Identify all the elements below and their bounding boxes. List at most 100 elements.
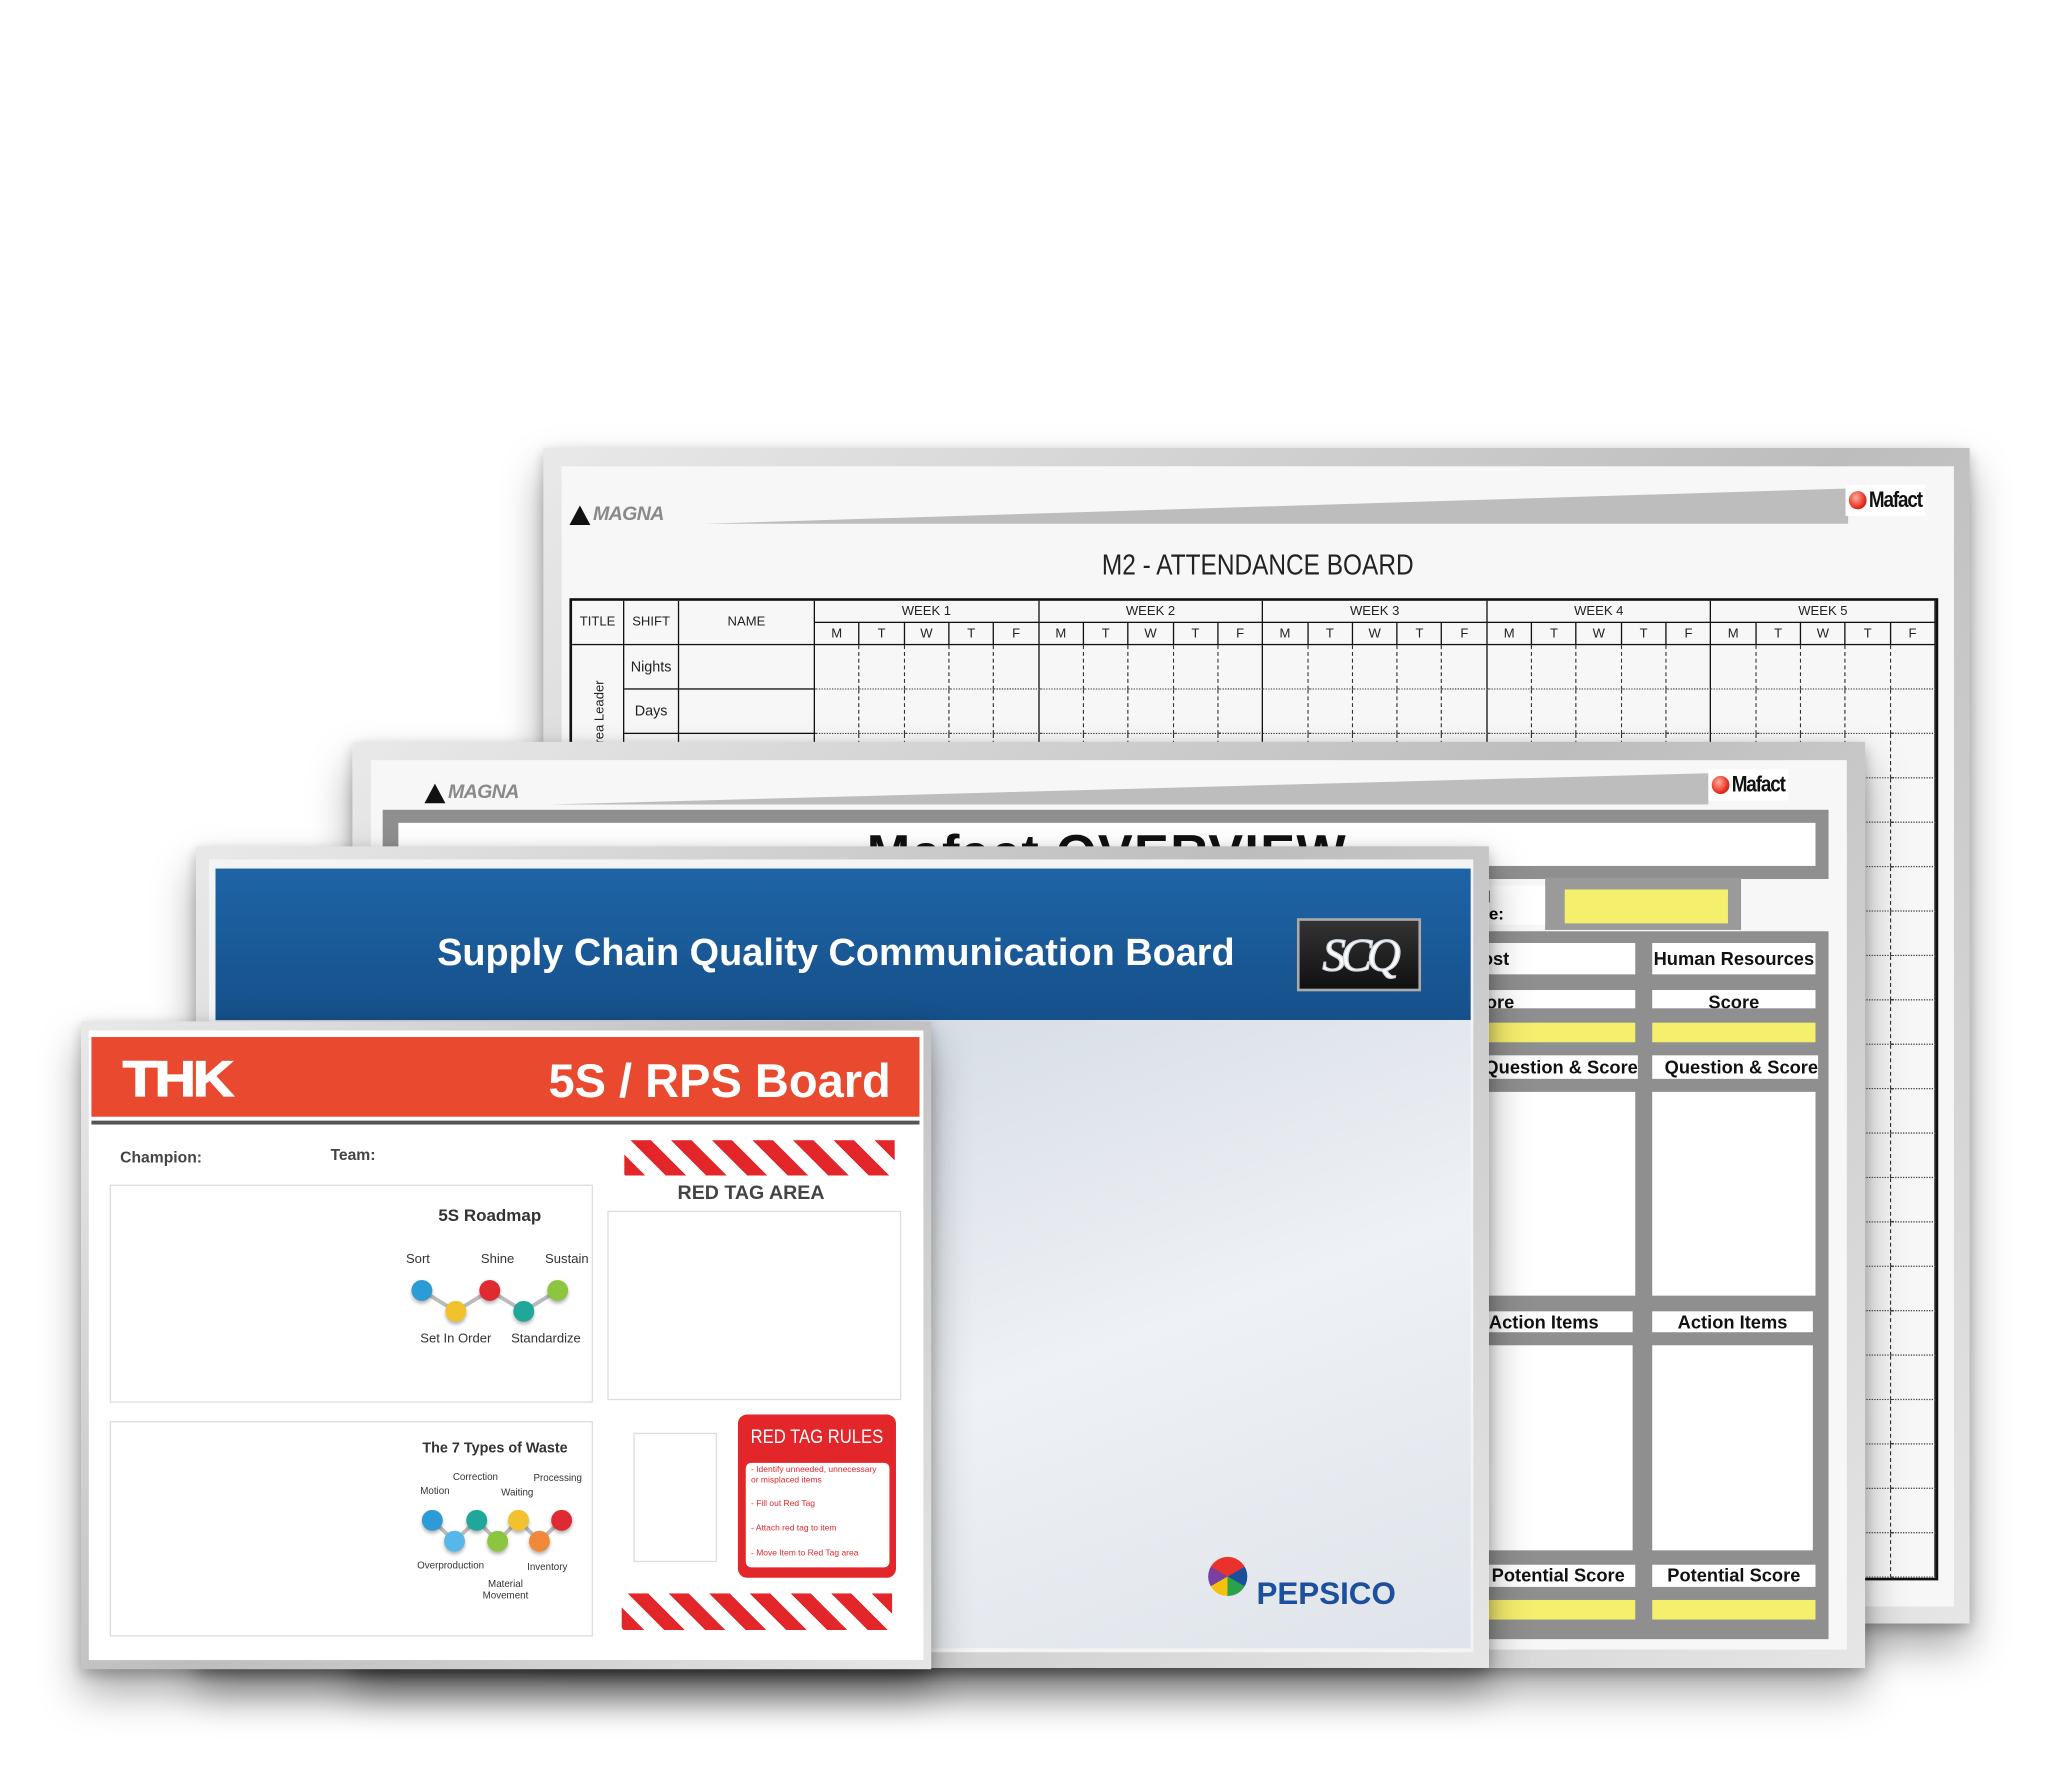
day-header: M xyxy=(1039,623,1084,646)
attendance-cell[interactable] xyxy=(1532,689,1578,735)
kpi-score-field[interactable] xyxy=(1652,1022,1816,1043)
hazard-stripes-bottom xyxy=(621,1593,893,1631)
attendance-cell[interactable] xyxy=(1039,645,1084,690)
day-header: W xyxy=(1577,623,1622,646)
attendance-cell[interactable] xyxy=(1890,1222,1936,1267)
attendance-cell[interactable] xyxy=(1218,689,1264,735)
attendance-cell[interactable] xyxy=(1039,689,1084,735)
rule-item: - Attach red tag to item xyxy=(751,1524,837,1534)
step-set-in-order: Set In Order xyxy=(420,1332,492,1347)
attendance-cell[interactable] xyxy=(904,645,950,690)
attendance-cell[interactable] xyxy=(1442,689,1488,735)
attendance-cell[interactable] xyxy=(1352,645,1398,690)
attendance-cell[interactable] xyxy=(1756,689,1802,735)
attendance-cell[interactable] xyxy=(1890,867,1936,912)
kpi-question-box[interactable] xyxy=(1652,1091,1816,1296)
attendance-cell[interactable] xyxy=(1083,689,1129,735)
kpi-score-label: Score xyxy=(1652,990,1816,1009)
attendance-cell[interactable] xyxy=(1666,645,1712,690)
attendance-cell[interactable] xyxy=(1666,689,1712,735)
step-shine: Shine xyxy=(480,1252,515,1267)
attendance-cell[interactable] xyxy=(1711,645,1757,690)
attendance-cell[interactable] xyxy=(904,689,950,735)
attendance-cell[interactable] xyxy=(1083,645,1129,690)
rule-item: - Identify unneeded, unnecessary or misp… xyxy=(751,1465,877,1486)
magna-logo: MAGNA xyxy=(569,503,664,526)
attendance-cell[interactable] xyxy=(1128,689,1174,735)
attendance-cell[interactable] xyxy=(1621,645,1667,690)
attendance-cell[interactable] xyxy=(1577,645,1622,690)
attendance-cell[interactable] xyxy=(1621,689,1667,735)
attendance-cell[interactable] xyxy=(1890,734,1936,779)
name-cell[interactable] xyxy=(679,645,816,690)
attendance-cell[interactable] xyxy=(1890,911,1936,957)
attendance-cell[interactable] xyxy=(1756,645,1802,690)
waste-motion: Motion xyxy=(420,1485,450,1497)
attendance-cell[interactable] xyxy=(1352,689,1398,735)
attendance-cell[interactable] xyxy=(1890,1133,1936,1179)
attendance-cell[interactable] xyxy=(1845,645,1891,690)
attendance-cell[interactable] xyxy=(859,645,905,690)
attendance-cell[interactable] xyxy=(1890,822,1936,868)
attendance-cell[interactable] xyxy=(1890,1044,1936,1090)
attendance-cell[interactable] xyxy=(1890,1355,1936,1401)
attendance-cell[interactable] xyxy=(949,689,995,735)
attendance-cell[interactable] xyxy=(1890,1089,1936,1134)
attendance-cell[interactable] xyxy=(1890,689,1936,735)
attendance-cell[interactable] xyxy=(1890,645,1936,690)
attendance-cell[interactable] xyxy=(1173,689,1219,735)
attendance-cell[interactable] xyxy=(1263,689,1309,735)
header-name: NAME xyxy=(679,600,816,646)
attendance-cell[interactable] xyxy=(1890,1444,1936,1489)
attendance-cell[interactable] xyxy=(1890,1400,1936,1445)
attendance-cell[interactable] xyxy=(1890,1533,1936,1578)
day-header: F xyxy=(994,623,1040,646)
kpi-potential-field[interactable] xyxy=(1652,1599,1816,1620)
attendance-cell[interactable] xyxy=(1532,645,1578,690)
attendance-cell[interactable] xyxy=(1308,645,1353,690)
attendance-cell[interactable] xyxy=(815,689,860,735)
day-header: T xyxy=(1308,623,1353,646)
mafact-logo-text: Mafact xyxy=(1868,487,1923,512)
attendance-cell[interactable] xyxy=(1890,1266,1936,1312)
attendance-cell[interactable] xyxy=(994,689,1040,735)
attendance-cell[interactable] xyxy=(1845,689,1891,735)
attendance-cell[interactable] xyxy=(1487,689,1533,735)
name-cell[interactable] xyxy=(679,689,816,735)
kpi-action-box[interactable] xyxy=(1652,1345,1813,1551)
mafact-dot-icon xyxy=(1848,491,1867,510)
attendance-cell[interactable] xyxy=(1890,1000,1936,1045)
attendance-cell[interactable] xyxy=(1890,1178,1936,1223)
attendance-cell[interactable] xyxy=(859,689,905,735)
attendance-cell[interactable] xyxy=(1173,645,1219,690)
attendance-cell[interactable] xyxy=(1711,689,1757,735)
attendance-cell[interactable] xyxy=(1890,1311,1936,1356)
kpi-column-title: Human Resources xyxy=(1652,943,1816,975)
attendance-cell[interactable] xyxy=(1890,956,1936,1001)
attendance-cell[interactable] xyxy=(949,645,995,690)
attendance-cell[interactable] xyxy=(1890,778,1936,823)
attendance-cell[interactable] xyxy=(1890,1488,1936,1534)
pepsico-logo: PEPSICO xyxy=(1256,1576,1396,1612)
day-header: F xyxy=(1442,623,1488,646)
attendance-cell[interactable] xyxy=(1442,645,1488,690)
attendance-cell[interactable] xyxy=(1801,689,1846,735)
attendance-cell[interactable] xyxy=(1308,689,1353,735)
mafact-logo-text: Mafact xyxy=(1731,771,1786,797)
attendance-cell[interactable] xyxy=(994,645,1040,690)
final-score-field[interactable] xyxy=(1564,889,1728,924)
attendance-cell[interactable] xyxy=(1487,645,1533,690)
sort-icon xyxy=(411,1279,433,1301)
day-header: T xyxy=(1532,623,1578,646)
attendance-cell[interactable] xyxy=(1577,689,1622,735)
day-header: W xyxy=(1801,623,1846,646)
red-tag-rules-list: - Identify unneeded, unnecessary or misp… xyxy=(745,1462,890,1568)
attendance-cell[interactable] xyxy=(1218,645,1264,690)
week-header: WEEK 4 xyxy=(1487,600,1712,624)
attendance-cell[interactable] xyxy=(1128,645,1174,690)
attendance-cell[interactable] xyxy=(1397,645,1443,690)
attendance-cell[interactable] xyxy=(1263,645,1309,690)
attendance-cell[interactable] xyxy=(815,645,860,690)
attendance-cell[interactable] xyxy=(1801,645,1846,690)
attendance-cell[interactable] xyxy=(1397,689,1443,735)
